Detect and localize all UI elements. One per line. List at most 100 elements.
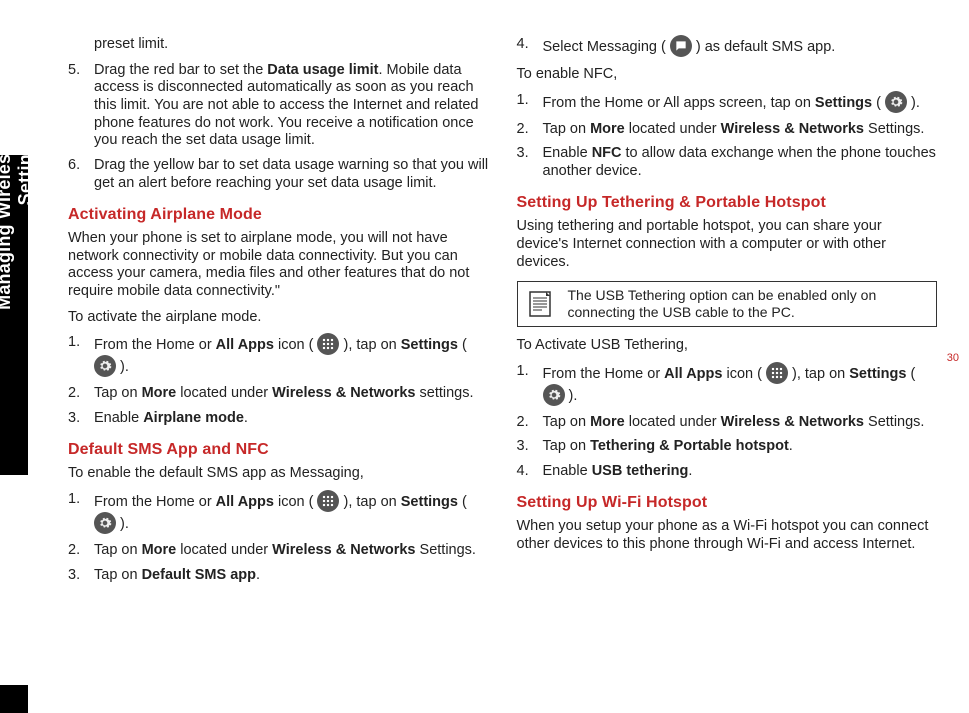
all-apps-icon (317, 333, 339, 355)
text: . (688, 463, 692, 479)
bold: Wireless & Networks (272, 385, 415, 401)
bold: Data usage limit (267, 62, 378, 78)
text: located under (625, 414, 721, 430)
text: ( (458, 337, 467, 353)
step-item: Tap on More located under Wireless & Net… (517, 414, 938, 432)
side-tab-label: Managing Wireless and Network Settings (0, 9, 36, 329)
text: From the Home or (543, 365, 665, 381)
text: ), tap on (792, 365, 849, 381)
text: ( (458, 494, 467, 510)
bold: Settings (401, 337, 458, 353)
bold: More (142, 542, 177, 558)
para-airplane: When your phone is set to airplane mode,… (68, 230, 489, 301)
step-item: From the Home or All Apps icon ( ), tap … (68, 334, 489, 378)
note-text: The USB Tethering option can be enabled … (568, 287, 929, 321)
bold: Wireless & Networks (721, 121, 864, 137)
text: icon ( (274, 494, 314, 510)
text: Tap on (543, 438, 591, 454)
bold: NFC (592, 145, 622, 161)
text: Tap on (543, 121, 591, 137)
step-item: Enable USB tethering. (517, 463, 938, 481)
corner-strip (0, 685, 28, 713)
bold: More (590, 414, 625, 430)
text: ), tap on (344, 337, 401, 353)
heading-wifi-hotspot: Setting Up Wi-Fi Hotspot (517, 493, 938, 513)
text: . (244, 410, 248, 426)
step-item: Enable NFC to allow data exchange when t… (517, 145, 938, 180)
messaging-icon (670, 35, 692, 57)
bold: More (590, 121, 625, 137)
text: located under (176, 385, 272, 401)
step-item: Drag the red bar to set the Data usage l… (68, 62, 489, 150)
bold: USB tethering (592, 463, 689, 479)
step-item: Tap on More located under Wireless & Net… (68, 542, 489, 560)
para-nfc: To enable NFC, (517, 66, 938, 84)
step-item: From the Home or All apps screen, tap on… (517, 92, 938, 114)
all-apps-icon (317, 490, 339, 512)
text: Tap on (94, 542, 142, 558)
bold: All Apps (216, 337, 274, 353)
step-item: Tap on More located under Wireless & Net… (68, 385, 489, 403)
bold: Default SMS app (142, 567, 256, 583)
text: ) as default SMS app. (696, 39, 835, 55)
bold: Wireless & Networks (272, 542, 415, 558)
text: ( (906, 365, 915, 381)
text: From the Home or All apps screen, tap on (543, 95, 815, 111)
text: Settings. (416, 542, 476, 558)
step-item: Select Messaging ( ) as default SMS app. (517, 36, 938, 58)
heading-tethering: Setting Up Tethering & Portable Hotspot (517, 193, 938, 213)
text: Settings. (864, 414, 924, 430)
text: Enable (543, 463, 592, 479)
bold: Wireless & Networks (721, 414, 864, 430)
text: icon ( (722, 365, 762, 381)
bold: Settings (849, 365, 906, 381)
text: ). (120, 359, 129, 375)
right-column: Select Messaging ( ) as default SMS app.… (517, 36, 938, 683)
para-preset: preset limit. (68, 36, 489, 54)
text: Drag the red bar to set the (94, 62, 267, 78)
page-number: 30 (947, 352, 959, 364)
step-item: From the Home or All Apps icon ( ), tap … (68, 491, 489, 535)
text: settings. (416, 385, 474, 401)
text: ). (120, 516, 129, 532)
note-icon (526, 288, 558, 320)
text: Select Messaging ( (543, 39, 666, 55)
steps-sms: From the Home or All Apps icon ( ), tap … (68, 491, 489, 584)
step-item: Tap on Tethering & Portable hotspot. (517, 438, 938, 456)
steps-nfc: From the Home or All apps screen, tap on… (517, 92, 938, 181)
text: Enable (543, 145, 592, 161)
para-activate: To activate the airplane mode. (68, 309, 489, 327)
para-wifi: When you setup your phone as a Wi-Fi hot… (517, 518, 938, 553)
para-tether: Using tethering and portable hotspot, yo… (517, 218, 938, 271)
text: Tap on (543, 414, 591, 430)
bold: Settings (815, 95, 872, 111)
step-item: From the Home or All Apps icon ( ), tap … (517, 363, 938, 407)
settings-icon (885, 91, 907, 113)
text: Drag the yellow bar to set data usage wa… (94, 157, 488, 191)
text: located under (176, 542, 272, 558)
text: ). (569, 387, 578, 403)
text: located under (625, 121, 721, 137)
bold: All Apps (664, 365, 722, 381)
text: Tap on (94, 385, 142, 401)
heading-sms-nfc: Default SMS App and NFC (68, 440, 489, 460)
text: Tap on (94, 567, 142, 583)
all-apps-icon (766, 362, 788, 384)
steps-airplane: From the Home or All Apps icon ( ), tap … (68, 334, 489, 427)
steps-usb: From the Home or All Apps icon ( ), tap … (517, 363, 938, 481)
text: ). (911, 95, 920, 111)
step-item: Tap on Default SMS app. (68, 567, 489, 585)
text: icon ( (274, 337, 314, 353)
text: . (256, 567, 260, 583)
para-sms: To enable the default SMS app as Messagi… (68, 465, 489, 483)
text: ), tap on (344, 494, 401, 510)
settings-icon (94, 512, 116, 534)
settings-icon (543, 384, 565, 406)
text: From the Home or (94, 494, 216, 510)
bold: Tethering & Portable hotspot (590, 438, 789, 454)
bold: Airplane mode (143, 410, 244, 426)
heading-airplane: Activating Airplane Mode (68, 205, 489, 225)
content-columns: preset limit. Drag the red bar to set th… (68, 36, 937, 683)
steps-data-usage: Drag the red bar to set the Data usage l… (68, 62, 489, 193)
step-item: Tap on More located under Wireless & Net… (517, 121, 938, 139)
